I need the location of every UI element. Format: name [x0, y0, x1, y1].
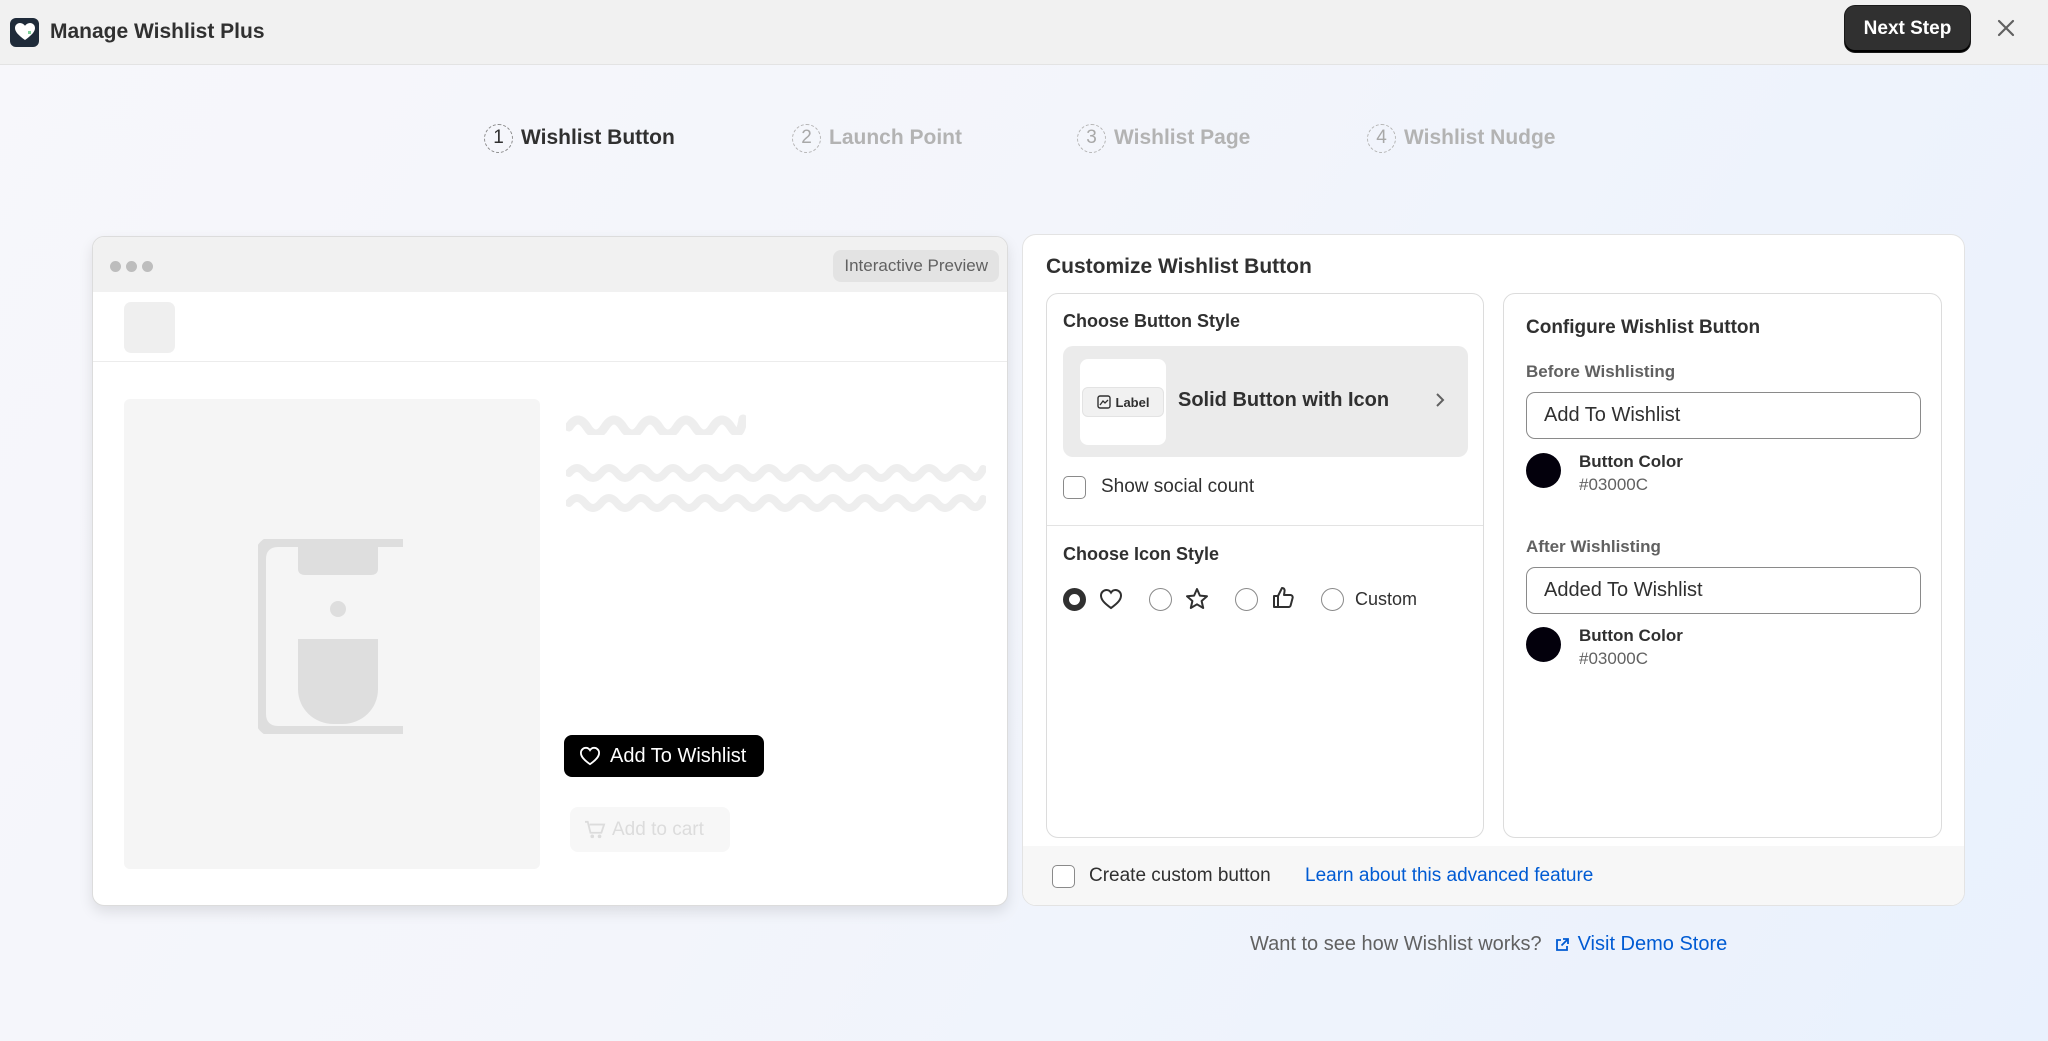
product-image-placeholder	[124, 399, 540, 869]
stepper: 1 Wishlist Button 2 Launch Point 3 Wishl…	[0, 121, 2048, 155]
step-wishlist-nudge[interactable]: 4 Wishlist Nudge	[1367, 121, 1555, 155]
description-placeholder	[566, 464, 986, 512]
step-number: 3	[1077, 123, 1106, 153]
before-wishlisting-heading: Before Wishlisting	[1526, 362, 1676, 381]
preview-add-to-wishlist-button[interactable]: Add To Wishlist	[564, 735, 764, 777]
after-wishlisting-input[interactable]	[1526, 567, 1921, 614]
top-bar: Manage Wishlist Plus Next Step	[0, 0, 2048, 65]
add-to-cart-label: Add to cart	[612, 818, 704, 840]
step-wishlist-button[interactable]: 1 Wishlist Button	[484, 121, 675, 155]
create-custom-button-checkbox[interactable]	[1052, 865, 1075, 888]
after-color-swatch[interactable]	[1526, 627, 1561, 662]
create-custom-button-label: Create custom button	[1089, 865, 1271, 886]
visit-demo-store-label: Visit Demo Store	[1577, 933, 1728, 955]
divider	[1047, 525, 1483, 526]
cart-icon	[585, 820, 606, 838]
close-icon[interactable]	[1992, 14, 2020, 42]
button-style-heading: Choose Button Style	[1063, 311, 1241, 331]
external-link-icon	[1555, 937, 1569, 951]
step-label: Wishlist Button	[521, 126, 675, 149]
step-label: Wishlist Page	[1114, 126, 1251, 149]
before-color-title: Button Color	[1579, 452, 1683, 471]
icon-style-radio-custom[interactable]	[1321, 588, 1344, 611]
next-step-button[interactable]: Next Step	[1845, 6, 1970, 52]
preview-add-to-cart-button: Add to cart	[570, 807, 730, 852]
configure-panel: Configure Wishlist Button Before Wishlis…	[1503, 293, 1942, 838]
customize-card: Customize Wishlist Button Choose Button …	[1022, 234, 1965, 906]
after-wishlisting-heading: After Wishlisting	[1526, 537, 1661, 556]
step-number: 2	[792, 123, 821, 153]
mini-label-button: Label	[1082, 387, 1164, 417]
icon-style-custom-label: Custom	[1355, 589, 1418, 609]
thumbs-up-icon	[1273, 587, 1294, 608]
interactive-preview: Interactive Preview Add To Wishlist Add …	[92, 236, 1008, 906]
demo-question: Want to see how Wishlist works?	[1250, 933, 1542, 955]
step-number: 1	[484, 123, 513, 153]
icon-style-radio-thumbs-up[interactable]	[1235, 588, 1258, 611]
step-wishlist-page[interactable]: 3 Wishlist Page	[1077, 121, 1250, 155]
star-icon	[1186, 588, 1208, 609]
before-wishlisting-input[interactable]	[1526, 392, 1921, 439]
product-placeholder-icon	[258, 539, 403, 734]
show-social-count-checkbox[interactable]	[1063, 476, 1086, 499]
window-dots	[110, 261, 153, 272]
custom-button-footer: Create custom button Learn about this ad…	[1023, 846, 1964, 905]
after-color-title: Button Color	[1579, 626, 1683, 645]
step-number: 4	[1367, 123, 1396, 153]
before-color-swatch[interactable]	[1526, 453, 1561, 488]
step-launch-point[interactable]: 2 Launch Point	[792, 121, 962, 155]
step-label: Wishlist Nudge	[1404, 126, 1556, 149]
style-thumbnail: Label	[1080, 359, 1166, 445]
after-color-hex: #03000C	[1579, 649, 1649, 668]
selected-style-name: Solid Button with Icon	[1178, 389, 1390, 411]
wishlist-button-label: Add To Wishlist	[610, 744, 747, 767]
heart-icon	[1099, 588, 1123, 610]
show-social-count-label: Show social count	[1101, 476, 1255, 497]
before-color-hex: #03000C	[1579, 475, 1649, 494]
store-logo-placeholder	[124, 302, 175, 353]
learn-advanced-feature-link[interactable]: Learn about this advanced feature	[1305, 865, 1593, 887]
button-style-panel: Choose Button Style Label Solid Button w…	[1046, 293, 1484, 838]
button-style-select[interactable]: Label Solid Button with Icon	[1063, 346, 1468, 457]
app-title: Manage Wishlist Plus	[50, 20, 265, 43]
title-placeholder	[566, 414, 746, 435]
customize-title: Customize Wishlist Button	[1046, 255, 1312, 278]
visit-demo-store-link[interactable]: Visit Demo Store	[1554, 933, 1728, 956]
demo-store-prompt: Want to see how Wishlist works? Visit De…	[1250, 933, 1727, 956]
icon-style-radio-star[interactable]	[1149, 588, 1172, 611]
step-label: Launch Point	[829, 126, 962, 149]
icon-style-radio-heart[interactable]	[1063, 588, 1086, 611]
preview-store-header	[93, 292, 1007, 362]
chevron-right-icon	[1436, 393, 1445, 407]
heart-icon	[579, 746, 601, 766]
configure-heading: Configure Wishlist Button	[1526, 317, 1761, 338]
preview-browser-bar: Interactive Preview	[93, 237, 1007, 292]
heart-logo-icon	[10, 17, 39, 47]
image-tag-icon	[1096, 395, 1111, 409]
preview-tag: Interactive Preview	[833, 250, 999, 282]
icon-style-heading: Choose Icon Style	[1063, 544, 1220, 564]
